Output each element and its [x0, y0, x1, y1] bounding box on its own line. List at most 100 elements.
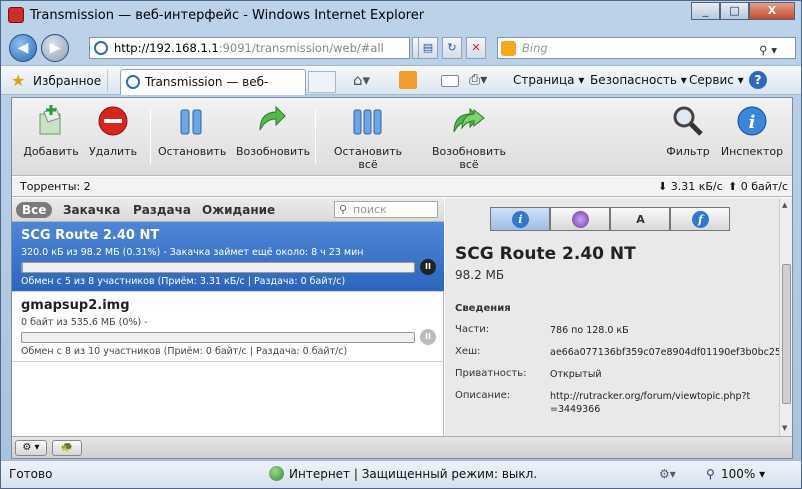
- url-host: http://192.168.1.1: [114, 41, 219, 55]
- resume-all-button[interactable]: Возобновить всё: [422, 104, 516, 171]
- filter-button[interactable]: Фильтр: [663, 104, 713, 158]
- pause-label: Остановить: [158, 145, 227, 158]
- transmission-app-icon: [8, 7, 24, 23]
- torrent-pause-button[interactable]: II: [420, 259, 436, 275]
- mail-icon[interactable]: [441, 75, 459, 87]
- tab-files[interactable]: f: [670, 207, 730, 231]
- ie-status-bar: Готово Интернет | Защищенный режим: выкл…: [1, 460, 801, 488]
- zoom-level[interactable]: 100% ▾: [721, 463, 765, 485]
- torrent-progress-bar: [21, 262, 415, 273]
- home-icon[interactable]: ⌂▾: [353, 71, 371, 89]
- files-icon: f: [692, 211, 709, 228]
- torrent-peers-text: Обмен с 8 из 10 участников (Приём: 0 бай…: [21, 346, 348, 357]
- pieces-value: 786 по 128.0 кБ: [550, 325, 629, 336]
- minimize-button[interactable]: _: [691, 2, 720, 20]
- svg-text:i: i: [749, 112, 756, 133]
- resume-icon: [259, 105, 286, 131]
- filter-paused[interactable]: Ожидание: [202, 202, 275, 218]
- tab-transmission[interactable]: Transmission — веб-интер...: [120, 69, 306, 113]
- pause-all-button[interactable]: Остановить всё: [325, 104, 411, 171]
- resume-label: Возобновить: [236, 145, 311, 158]
- inspector-scrollbar[interactable]: ▲ ▼: [779, 198, 792, 436]
- inspector-torrent-name: SCG Route 2.40 NT: [455, 244, 636, 264]
- maximize-button[interactable]: □: [720, 2, 749, 20]
- turtle-speed-button[interactable]: 🐢: [52, 440, 82, 456]
- scroll-down-arrow[interactable]: ▼: [782, 424, 787, 432]
- window-title: Transmission — веб-интерфейс - Windows I…: [30, 8, 425, 23]
- add-torrent-icon: [39, 105, 61, 135]
- settings-menu-button[interactable]: ⚙ ▾: [15, 440, 47, 456]
- search-placeholder: Bing: [522, 41, 548, 55]
- ie-page-icon: [94, 41, 108, 55]
- pause-button[interactable]: Остановить: [158, 104, 227, 158]
- inspector-torrent-size: 98.2 МБ: [455, 268, 505, 282]
- filter-bar: Все Закачка Раздача Ожидание ⚲ поиск: [12, 198, 444, 222]
- help-button[interactable]: ?: [749, 71, 767, 89]
- page-menu[interactable]: Страница ▾: [513, 73, 584, 87]
- add-torrent-button[interactable]: Добавить: [22, 104, 80, 158]
- torrent-progress-text: 0 байт из 535.6 МБ (0%) -: [21, 317, 148, 328]
- safety-menu[interactable]: Безопасность ▾: [590, 73, 687, 87]
- tools-menu[interactable]: Сервис ▾: [689, 73, 744, 87]
- address-input[interactable]: http://192.168.1.1:9091/transmission/web…: [89, 37, 410, 59]
- torrent-name: SCG Route 2.40 NT: [21, 228, 160, 243]
- filter-seeding[interactable]: Раздача: [133, 202, 191, 218]
- toolbar-divider: [315, 108, 316, 164]
- favorites-label: Избранное: [33, 74, 102, 88]
- search-input[interactable]: Bing ⚲ ▾: [497, 37, 796, 59]
- address-bar-row: ◀ ▶ http://192.168.1.1:9091/transmission…: [1, 31, 801, 64]
- torrent-progress-fill: [22, 263, 24, 272]
- filter-all[interactable]: Все: [16, 202, 53, 218]
- popup-blocker-icon[interactable]: ⚙▾: [659, 463, 676, 485]
- star-icon: ★: [11, 71, 26, 90]
- bing-logo-icon: [501, 41, 516, 56]
- inspector-pane: i A f SCG Route 2.40 NT 98.2 МБ Сведения…: [445, 198, 792, 436]
- scroll-thumb[interactable]: [782, 264, 791, 404]
- search-icon: ⚲: [339, 203, 348, 216]
- torrent-name: gmapsup2.img: [21, 298, 130, 313]
- back-button[interactable]: ◀: [9, 34, 37, 62]
- inspector-button[interactable]: i Инспектор: [720, 104, 784, 158]
- tab-info[interactable]: i: [490, 207, 550, 231]
- stop-button[interactable]: ✕: [466, 37, 486, 59]
- inspector-info-icon: i: [737, 106, 767, 136]
- resume-button[interactable]: Возобновить: [236, 104, 310, 158]
- forward-button[interactable]: ▶: [41, 34, 69, 62]
- resume-all-icon: [453, 107, 485, 133]
- zoom-icon: ⚲: [706, 467, 715, 481]
- comment-label: Описание:: [455, 390, 511, 401]
- inspector-label: Инспектор: [720, 145, 784, 158]
- tab-trackers[interactable]: A: [610, 207, 670, 231]
- scroll-up-arrow[interactable]: ▲: [782, 201, 787, 209]
- stats-bar: Торренты: 2 ⬇ 3.31 кБ/с ⬆ 0 байт/с: [12, 177, 792, 197]
- refresh-button[interactable]: ↻: [442, 37, 462, 59]
- torrent-search-input[interactable]: ⚲ поиск: [334, 201, 438, 218]
- filter-label: Фильтр: [666, 145, 710, 158]
- upload-speed: ⬆ 0 байт/с: [728, 180, 789, 193]
- filter-magnifier-icon: [673, 106, 703, 136]
- download-speed: ⬇ 3.31 кБ/с: [658, 180, 723, 193]
- tracker-antenna-icon: A: [636, 213, 645, 226]
- security-zone-text[interactable]: Интернет | Защищенный режим: выкл.: [289, 463, 537, 485]
- info-icon: i: [512, 211, 529, 228]
- new-tab-button[interactable]: [308, 71, 336, 93]
- remove-label: Удалить: [88, 145, 138, 158]
- privacy-value: Открытый: [550, 369, 602, 380]
- favorites-button[interactable]: ★ Избранное: [7, 70, 109, 92]
- search-icon[interactable]: ⚲ ▾: [759, 40, 777, 60]
- close-button[interactable]: X: [749, 2, 795, 20]
- rss-feed-icon[interactable]: [399, 71, 417, 89]
- filter-downloading[interactable]: Закачка: [63, 202, 120, 218]
- remove-button[interactable]: Удалить: [86, 104, 140, 158]
- compat-view-icon[interactable]: ▤: [418, 37, 438, 59]
- ie-window: Transmission — веб-интерфейс - Windows I…: [0, 0, 802, 489]
- toolbar-divider: [150, 108, 151, 164]
- torrent-pause-button[interactable]: II: [420, 329, 436, 345]
- tab-peers[interactable]: [550, 207, 610, 231]
- print-icon[interactable]: ⎙▾: [469, 71, 487, 89]
- torrent-progress-text: 320.0 кБ из 98.2 МБ (0.31%) - Закачка за…: [21, 247, 364, 258]
- privacy-label: Приватность:: [455, 368, 527, 379]
- torrent-row[interactable]: gmapsup2.img 0 байт из 535.6 МБ (0%) - I…: [12, 292, 444, 362]
- torrent-row[interactable]: SCG Route 2.40 NT 320.0 кБ из 98.2 МБ (0…: [12, 222, 444, 292]
- window-titlebar: Transmission — веб-интерфейс - Windows I…: [1, 1, 801, 31]
